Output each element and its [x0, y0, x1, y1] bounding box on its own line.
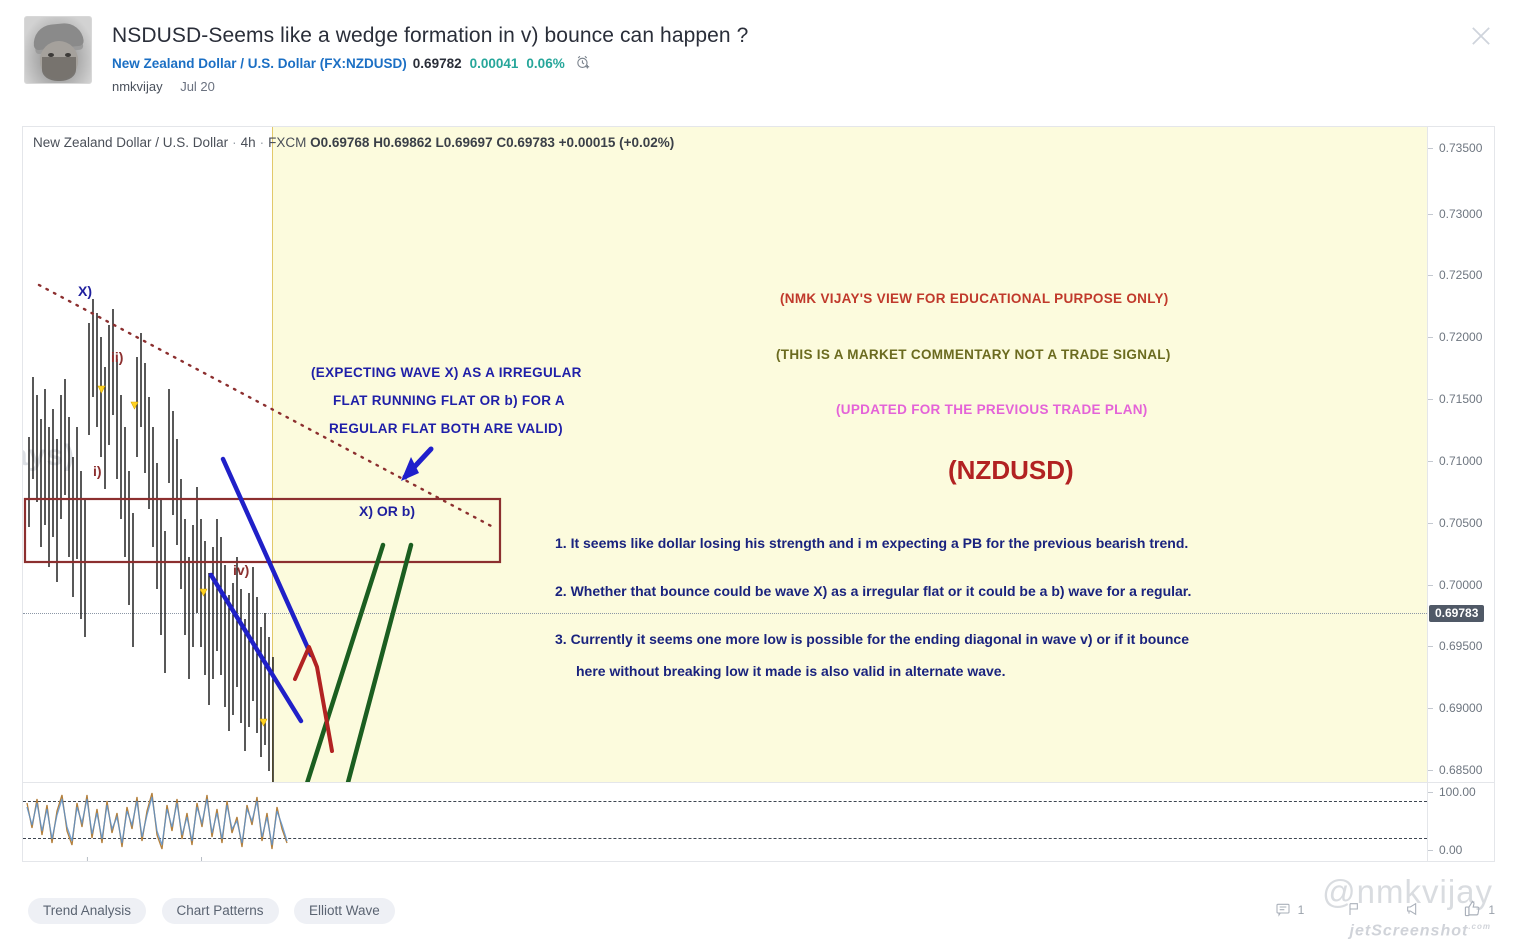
comments-stat[interactable]: 1: [1275, 901, 1305, 920]
blue-arrow-icon: [401, 446, 434, 481]
avatar[interactable]: [24, 16, 92, 84]
indicator-plot-area[interactable]: [23, 783, 1427, 861]
projection-line-left: [305, 542, 386, 782]
price-tick-label: 0.68500: [1439, 763, 1483, 777]
price-pane[interactable]: ays): [23, 127, 1494, 782]
candlestick-series: [28, 299, 274, 782]
price-axis[interactable]: 0.73500 0.73000 0.72500 0.72000 0.71500 …: [1427, 127, 1494, 782]
post-footer: Trend Analysis Chart Patterns Elliott Wa…: [0, 870, 1517, 950]
comments-count: 1: [1297, 903, 1305, 917]
chart-drawings: [23, 283, 502, 782]
thumbs-up-icon[interactable]: [1464, 900, 1481, 920]
wave-label-ii: ii): [111, 349, 124, 365]
author-name[interactable]: nmkvijay: [112, 79, 163, 94]
close-icon[interactable]: [1467, 22, 1495, 50]
tag-list: Trend Analysis Chart Patterns Elliott Wa…: [28, 898, 406, 924]
avatar-eye-right: [65, 53, 71, 57]
post-header: NSDUSD-Seems like a wedge formation in v…: [0, 0, 1517, 110]
jetscreenshot-watermark: jetScreenshot.com: [1349, 922, 1491, 940]
target-zone-rectangle: [23, 497, 502, 564]
legend-high: H0.69862: [373, 135, 432, 150]
symbol-change-abs: 0.00041: [469, 56, 519, 71]
page-title: NSDUSD-Seems like a wedge formation in v…: [112, 24, 749, 47]
legend-change: +0.00015 (+0.02%): [558, 135, 675, 150]
price-tick-label: 0.71500: [1439, 392, 1483, 406]
legend-symbol: New Zealand Dollar / U.S. Dollar: [33, 135, 229, 150]
price-tick-label: 0.70500: [1439, 516, 1483, 530]
symbol-link[interactable]: New Zealand Dollar / U.S. Dollar (FX:NZD…: [112, 56, 407, 71]
tag-trend-analysis[interactable]: Trend Analysis: [28, 898, 147, 924]
indicator-axis: 100.00 0.00: [1427, 783, 1494, 861]
price-tick-label: 0.69500: [1439, 639, 1483, 653]
wave-label-iv: iv): [233, 562, 250, 578]
wedge-upper-line: [220, 456, 314, 658]
commentary-item-2: 2. Whether that bounce could be wave X) …: [555, 583, 1192, 599]
wave-note-line-2: FLAT RUNNING FLAT OR b) FOR A: [333, 393, 565, 408]
price-plot-area[interactable]: ays): [23, 127, 1427, 782]
byline: nmkvijay Jul 20: [112, 79, 215, 94]
wave-label-i: i): [93, 463, 102, 479]
likes-stat[interactable]: 1: [1464, 900, 1495, 920]
avatar-eye-left: [48, 53, 54, 57]
pair-headline: (NZDUSD): [948, 455, 1074, 485]
commentary-item-3b: here without breaking low it made is als…: [576, 663, 1006, 679]
disclaimer-educational: (NMK VIJAY'S VIEW FOR EDUCATIONAL PURPOS…: [780, 291, 1169, 306]
avatar-beard: [42, 57, 76, 81]
footer-actions: 1 1: [1275, 900, 1495, 920]
chart-legend: New Zealand Dollar / U.S. Dollar · 4h · FXCM…: [33, 135, 675, 150]
indicator-tick-label: 100.00: [1439, 785, 1476, 799]
symbol-change-pct: 0.06%: [526, 56, 565, 71]
commentary-item-1: 1. It seems like dollar losing his stren…: [555, 535, 1189, 551]
price-tick-label: 0.72000: [1439, 330, 1483, 344]
price-tick-label: 0.73500: [1439, 141, 1483, 155]
comment-icon[interactable]: [1275, 901, 1291, 920]
stochastic-series: [26, 792, 288, 850]
indicator-tick-label: 0.00: [1439, 843, 1463, 857]
tag-chart-patterns[interactable]: Chart Patterns: [161, 898, 279, 924]
wave-note-line-3: REGULAR FLAT BOTH ARE VALID): [329, 421, 563, 436]
legend-low: L0.69697: [435, 135, 493, 150]
disclaimer-commentary: (THIS IS A MARKET COMMENTARY NOT A TRADE…: [776, 347, 1171, 362]
legend-interval: 4h: [240, 135, 256, 150]
box-label: X) OR b): [359, 503, 415, 519]
disclaimer-updated: (UPDATED FOR THE PREVIOUS TRADE PLAN): [836, 402, 1148, 417]
wave-note-line-1: (EXPECTING WAVE X) AS A IRREGULAR: [311, 365, 582, 380]
tradingview-idea-screenshot: NSDUSD-Seems like a wedge formation in v…: [0, 0, 1517, 950]
expected-bounce-path: [293, 645, 334, 753]
likes-count: 1: [1488, 903, 1495, 917]
current-price-badge: 0.69783: [1429, 605, 1485, 622]
wave-label-x: X): [78, 283, 92, 299]
chart-container[interactable]: ays): [22, 126, 1495, 862]
alarm-clock-plus-icon[interactable]: [575, 54, 592, 74]
legend-close: C0.69783: [496, 135, 555, 150]
jetscreenshot-label: jetScreenshot: [1349, 922, 1469, 940]
flag-stat[interactable]: [1346, 901, 1362, 920]
legend-open: O0.69768: [310, 135, 370, 150]
price-tick-label: 0.70000: [1439, 578, 1483, 592]
legend-exchange: FXCM: [268, 135, 307, 150]
indicator-pane[interactable]: 100.00 0.00: [23, 782, 1494, 861]
commentary-item-3: 3. Currently it seems one more low is po…: [555, 631, 1190, 647]
price-tick-label: 0.73000: [1439, 207, 1483, 221]
symbol-price: 0.69782: [412, 56, 462, 71]
flag-icon[interactable]: [1346, 901, 1362, 920]
tag-elliott-wave[interactable]: Elliott Wave: [294, 898, 395, 924]
symbol-line: New Zealand Dollar / U.S. Dollar (FX:NZD…: [112, 54, 592, 74]
price-tick-label: 0.69000: [1439, 701, 1483, 715]
post-date: Jul 20: [180, 79, 215, 94]
megaphone-icon[interactable]: [1404, 901, 1422, 920]
megaphone-stat[interactable]: [1404, 901, 1422, 920]
price-tick-label: 0.72500: [1439, 268, 1483, 282]
price-tick-label: 0.71000: [1439, 454, 1483, 468]
